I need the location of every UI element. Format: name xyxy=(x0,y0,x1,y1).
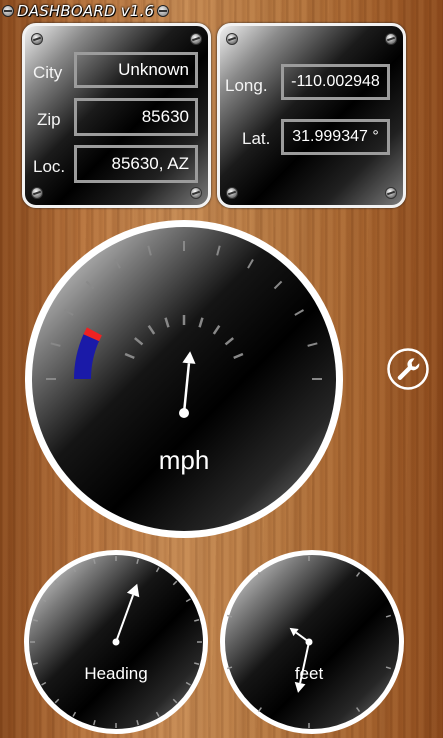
latitude-label: Lat. xyxy=(242,129,271,148)
app-title-bar: DASHBOARD v1.6 xyxy=(2,2,170,20)
speedometer-gauge: mph xyxy=(25,220,343,538)
longitude-label: Long. xyxy=(225,76,268,95)
screw-icon xyxy=(31,187,43,199)
heading-label: Heading xyxy=(84,664,147,683)
altitude-unit-label: feet xyxy=(295,664,324,683)
screw-icon xyxy=(385,187,397,199)
city-field: Unknown xyxy=(74,52,198,88)
coordinates-panel: Long. -110.002948 Lat. 31.999347 ° xyxy=(217,23,406,208)
heading-gauge: Heading xyxy=(24,550,208,734)
city-label: City xyxy=(33,63,63,82)
heading-needle-hub xyxy=(112,638,120,646)
screw-icon xyxy=(385,33,397,45)
loc-field: 85630, AZ xyxy=(74,145,198,183)
altitude-needle-hub xyxy=(305,638,313,646)
screw-icon xyxy=(226,33,238,45)
minimize-screw-icon[interactable] xyxy=(2,5,14,17)
speed-unit-label: mph xyxy=(159,445,210,475)
app-title: DASHBOARD v1.6 xyxy=(17,2,155,20)
altitude-gauge: feet xyxy=(220,550,404,734)
screw-icon xyxy=(226,187,238,199)
location-panel: City Unknown Zip 85630 Loc. 85630, AZ xyxy=(22,23,211,208)
longitude-field: -110.002948 xyxy=(281,64,390,100)
zip-field: 85630 xyxy=(74,98,198,136)
wrench-icon[interactable] xyxy=(386,347,430,391)
screw-icon xyxy=(190,187,202,199)
zip-label: Zip xyxy=(37,110,61,129)
loc-label: Loc. xyxy=(33,157,66,176)
screw-icon xyxy=(31,33,43,45)
close-screw-icon[interactable] xyxy=(157,5,170,17)
latitude-field: 31.999347 ° xyxy=(281,119,390,155)
screw-icon xyxy=(190,33,202,45)
speed-needle-hub xyxy=(179,408,189,418)
